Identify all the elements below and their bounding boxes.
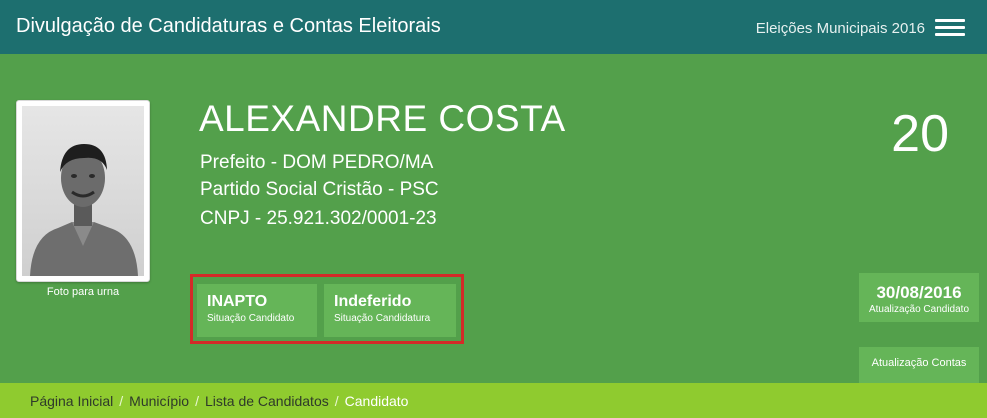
breadcrumb-separator: / <box>334 393 339 409</box>
candidate-status-value: INAPTO <box>207 293 268 310</box>
candidate-portrait-image <box>22 106 144 276</box>
breadcrumb-separator: / <box>119 393 124 409</box>
breadcrumb-municipality[interactable]: Município <box>129 393 189 409</box>
candidate-update-card: 30/08/2016 Atualização Candidato <box>859 273 979 322</box>
breadcrumb-home[interactable]: Página Inicial <box>30 393 113 409</box>
candidacy-status-card: Indeferido Situação Candidatura <box>324 284 456 337</box>
photo-caption: Foto para urna <box>46 286 120 298</box>
candidate-status-card: INAPTO Situação Candidato <box>197 284 317 337</box>
candidate-status-label: Situação Candidato <box>207 313 295 324</box>
breadcrumb: Página Inicial / Município / Lista de Candid… <box>0 383 987 418</box>
candidate-office: Prefeito - DOM PEDRO/MA <box>200 152 434 173</box>
candidate-name: ALEXANDRE COSTA <box>199 98 566 139</box>
breadcrumb-current: Candidato <box>344 393 409 409</box>
candidate-photo <box>16 100 150 282</box>
candidate-number: 20 <box>891 105 949 163</box>
election-label: Eleições Municipais 2016 <box>755 20 925 37</box>
status-highlight-box: INAPTO Situação Candidato Indeferido Sit… <box>190 274 464 344</box>
breadcrumb-candidate-list[interactable]: Lista de Candidatos <box>205 393 329 409</box>
candidate-update-label: Atualização Candidato <box>868 304 970 315</box>
top-bar: Divulgação de Candidaturas e Contas Elei… <box>0 0 987 54</box>
breadcrumb-separator: / <box>195 393 199 409</box>
candidacy-status-value: Indeferido <box>334 293 412 310</box>
app-title[interactable]: Divulgação de Candidaturas e Contas Elei… <box>16 15 441 38</box>
candidacy-status-label: Situação Candidatura <box>334 313 431 324</box>
candidate-panel: Foto para urna ALEXANDRE COSTA Prefeito … <box>0 54 987 383</box>
candidate-party: Partido Social Cristão - PSC <box>200 179 439 200</box>
candidate-update-date: 30/08/2016 <box>876 283 962 302</box>
accounts-update-label: Atualização Contas <box>871 357 967 369</box>
candidate-cnpj: CNPJ - 25.921.302/0001-23 <box>200 208 437 229</box>
accounts-update-card[interactable]: Atualização Contas <box>859 347 979 383</box>
hamburger-menu-icon[interactable] <box>935 19 965 37</box>
